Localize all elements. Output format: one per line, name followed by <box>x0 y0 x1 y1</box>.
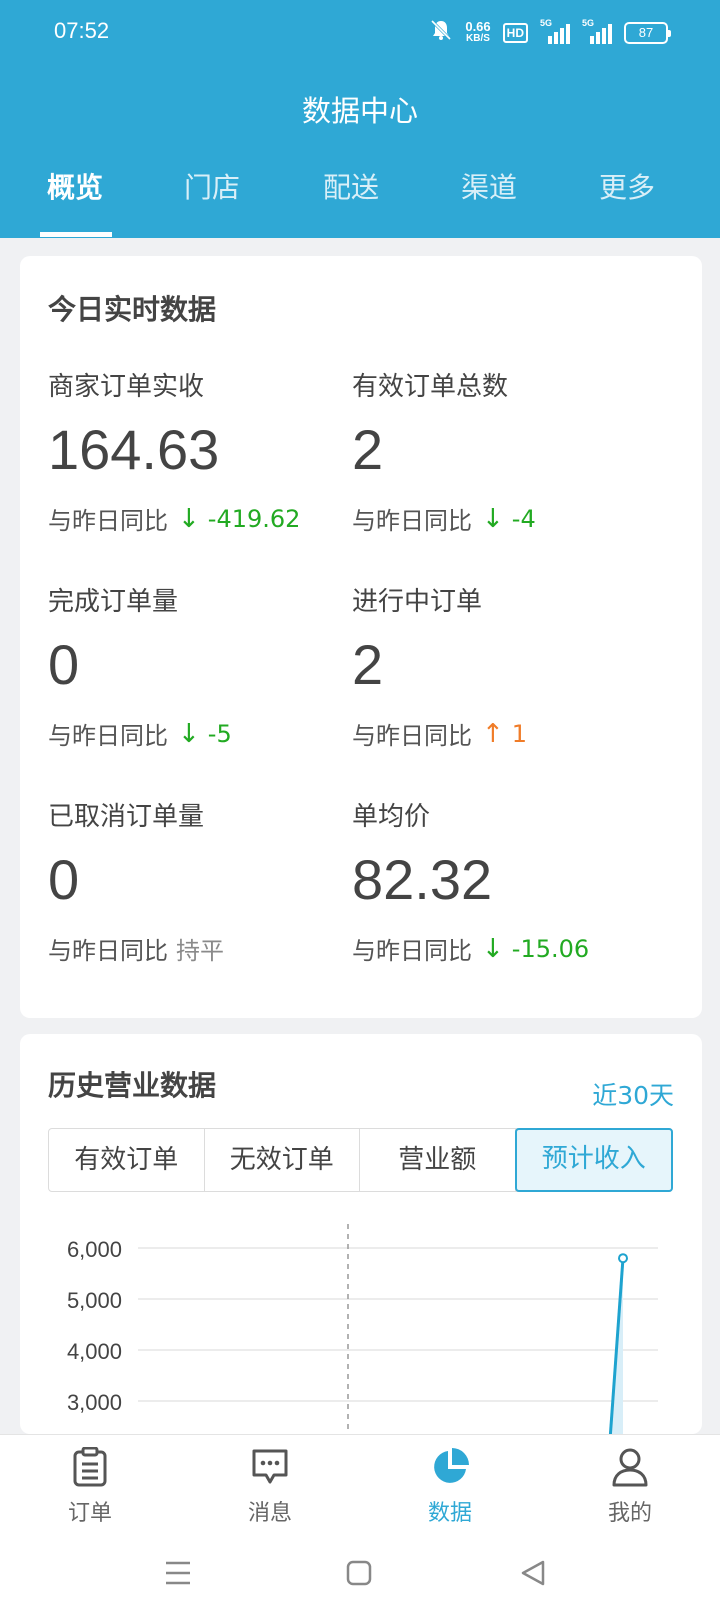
realtime-card: 今日实时数据 商家订单实收 164.63 与昨日同比 ↓ -419.62 有效订… <box>20 256 702 1018</box>
range-selector-link[interactable]: 近30天 <box>592 1076 674 1112</box>
compare-delta: 1 <box>511 719 528 748</box>
segment-control: 有效订单 无效订单 营业额 预计收入 <box>48 1128 673 1192</box>
back-icon[interactable] <box>520 1559 546 1591</box>
tab-overview[interactable]: 概览 <box>20 166 130 238</box>
metric-label: 已取消订单量 <box>48 802 205 832</box>
bottom-tab-bar: 订单 消息 数据 我的 <box>0 1434 720 1534</box>
tabbar-me[interactable]: 我的 <box>570 1443 690 1527</box>
metric-avg-order-price[interactable]: 单均价 82.32 与昨日同比 ↓ -15.06 <box>352 796 672 966</box>
compare-delta: -4 <box>511 504 536 533</box>
metric-valid-orders[interactable]: 有效订单总数 2 与昨日同比 ↓ -4 <box>352 366 672 536</box>
metric-label: 进行中订单 <box>352 587 483 617</box>
metric-in-progress-orders[interactable]: 进行中订单 2 与昨日同比 ↑ 1 <box>352 581 672 751</box>
net-speed-unit: KB/S <box>466 32 490 44</box>
tabbar-label: 我的 <box>607 1501 652 1526</box>
net-speed: 0.66 KB/S <box>465 18 491 45</box>
tabbar-label: 订单 <box>67 1501 112 1526</box>
metric-completed-orders[interactable]: 完成订单量 0 与昨日同比 ↓ -5 <box>48 581 368 751</box>
realtime-title: 今日实时数据 <box>48 293 217 326</box>
battery-icon: 87 <box>624 21 671 44</box>
chart-data-point <box>618 1253 628 1264</box>
metric-value: 164.63 <box>48 418 220 481</box>
tabbar-data[interactable]: 数据 <box>390 1443 510 1527</box>
metric-label: 有效订单总数 <box>352 372 509 402</box>
metric-cancelled-orders[interactable]: 已取消订单量 0 与昨日同比 持平 <box>48 796 368 966</box>
pie-chart-icon <box>390 1443 510 1491</box>
chart-y-ticks: 6,000 5,000 4,000 3,000 <box>67 1237 122 1415</box>
arrow-down-icon: ↓ <box>482 933 504 964</box>
tab-stores[interactable]: 门店 <box>157 166 267 238</box>
hd-icon: HD <box>502 22 528 43</box>
top-tabs: 概览 门店 配送 渠道 更多 <box>0 166 720 238</box>
arrow-up-icon: ↑ <box>482 718 504 749</box>
menu-icon[interactable] <box>164 1560 192 1590</box>
metric-compare: 与昨日同比 ↓ -15.06 <box>352 931 672 966</box>
metric-value: 0 <box>48 633 80 696</box>
tabbar-orders[interactable]: 订单 <box>30 1443 150 1527</box>
page-title: 数据中心 <box>301 94 418 128</box>
metric-compare: 与昨日同比 持平 <box>48 931 368 966</box>
segment-invalid-orders[interactable]: 无效订单 <box>205 1129 360 1191</box>
segment-expected-income[interactable]: 预计收入 <box>514 1128 673 1192</box>
arrow-down-icon: ↓ <box>482 503 504 534</box>
metric-compare: 与昨日同比 ↓ -5 <box>48 716 368 751</box>
system-nav-bar <box>0 1534 720 1612</box>
status-time: 07:52 <box>54 18 110 43</box>
tab-channels[interactable]: 渠道 <box>434 166 544 238</box>
metric-label: 商家订单实收 <box>48 372 205 402</box>
status-bar: 07:52 0.66 KB/S HD 5G 5G 87 <box>0 0 720 66</box>
tab-more[interactable]: 更多 <box>572 166 682 238</box>
app-header: 07:52 0.66 KB/S HD 5G 5G 87 数据中心 概览 门店 配… <box>0 0 720 238</box>
tabbar-messages[interactable]: 消息 <box>210 1443 330 1527</box>
compare-delta: -15.06 <box>511 934 590 963</box>
signal-icon-1: 5G <box>540 18 570 44</box>
clipboard-icon <box>30 1443 150 1491</box>
history-title: 历史营业数据 <box>48 1069 217 1102</box>
metric-compare: 与昨日同比 ↓ -419.62 <box>48 501 368 536</box>
compare-delta: -419.62 <box>207 504 301 533</box>
metric-value: 0 <box>48 848 80 911</box>
status-icons: 0.66 KB/S HD 5G 5G 87 <box>429 18 671 47</box>
signal-icon-2: 5G <box>582 18 612 44</box>
metric-value: 2 <box>352 633 384 696</box>
compare-delta: -5 <box>207 719 232 748</box>
signal-1-label: 5G <box>540 17 553 28</box>
segment-valid-orders[interactable]: 有效订单 <box>49 1129 205 1191</box>
compare-label: 与昨日同比 <box>48 937 168 965</box>
chart-y-tick-label: 5,000 <box>67 1288 122 1313</box>
net-speed-value: 0.66 <box>465 18 491 34</box>
metric-label: 完成订单量 <box>48 587 179 617</box>
metric-value: 2 <box>352 418 384 481</box>
compare-label: 与昨日同比 <box>352 937 472 965</box>
chart-y-tick-label: 3,000 <box>67 1390 122 1415</box>
chart-series <box>608 1253 628 1434</box>
compare-label: 与昨日同比 <box>352 722 472 750</box>
chart-y-tick-label: 4,000 <box>67 1339 122 1364</box>
compare-label: 与昨日同比 <box>352 507 472 535</box>
tab-delivery[interactable]: 配送 <box>296 166 406 238</box>
metric-label: 单均价 <box>352 802 431 832</box>
tab-indicator <box>40 232 112 237</box>
mute-icon <box>429 18 453 47</box>
compare-label: 与昨日同比 <box>48 507 168 535</box>
arrow-down-icon: ↓ <box>178 503 200 534</box>
metric-merchant-revenue[interactable]: 商家订单实收 164.63 与昨日同比 ↓ -419.62 <box>48 366 368 536</box>
compare-label: 与昨日同比 <box>48 722 168 750</box>
chart-y-tick-label: 6,000 <box>67 1237 122 1262</box>
history-card: 历史营业数据 近30天 有效订单 无效订单 营业额 预计收入 6,000 5,00… <box>20 1034 702 1434</box>
metric-value: 82.32 <box>352 848 493 911</box>
segment-revenue[interactable]: 营业额 <box>360 1129 516 1191</box>
user-icon <box>570 1443 690 1491</box>
tabbar-label: 数据 <box>427 1501 472 1526</box>
signal-2-label: 5G <box>582 17 595 28</box>
tabbar-label: 消息 <box>247 1501 292 1526</box>
home-icon[interactable] <box>346 1560 372 1590</box>
compare-delta: 持平 <box>176 937 224 965</box>
history-chart[interactable]: 6,000 5,000 4,000 3,000 <box>20 1224 702 1434</box>
metric-compare: 与昨日同比 ↓ -4 <box>352 501 672 536</box>
metric-compare: 与昨日同比 ↑ 1 <box>352 716 672 751</box>
chat-bubble-icon <box>210 1443 330 1491</box>
chart-grid <box>138 1247 658 1402</box>
arrow-down-icon: ↓ <box>178 718 200 749</box>
